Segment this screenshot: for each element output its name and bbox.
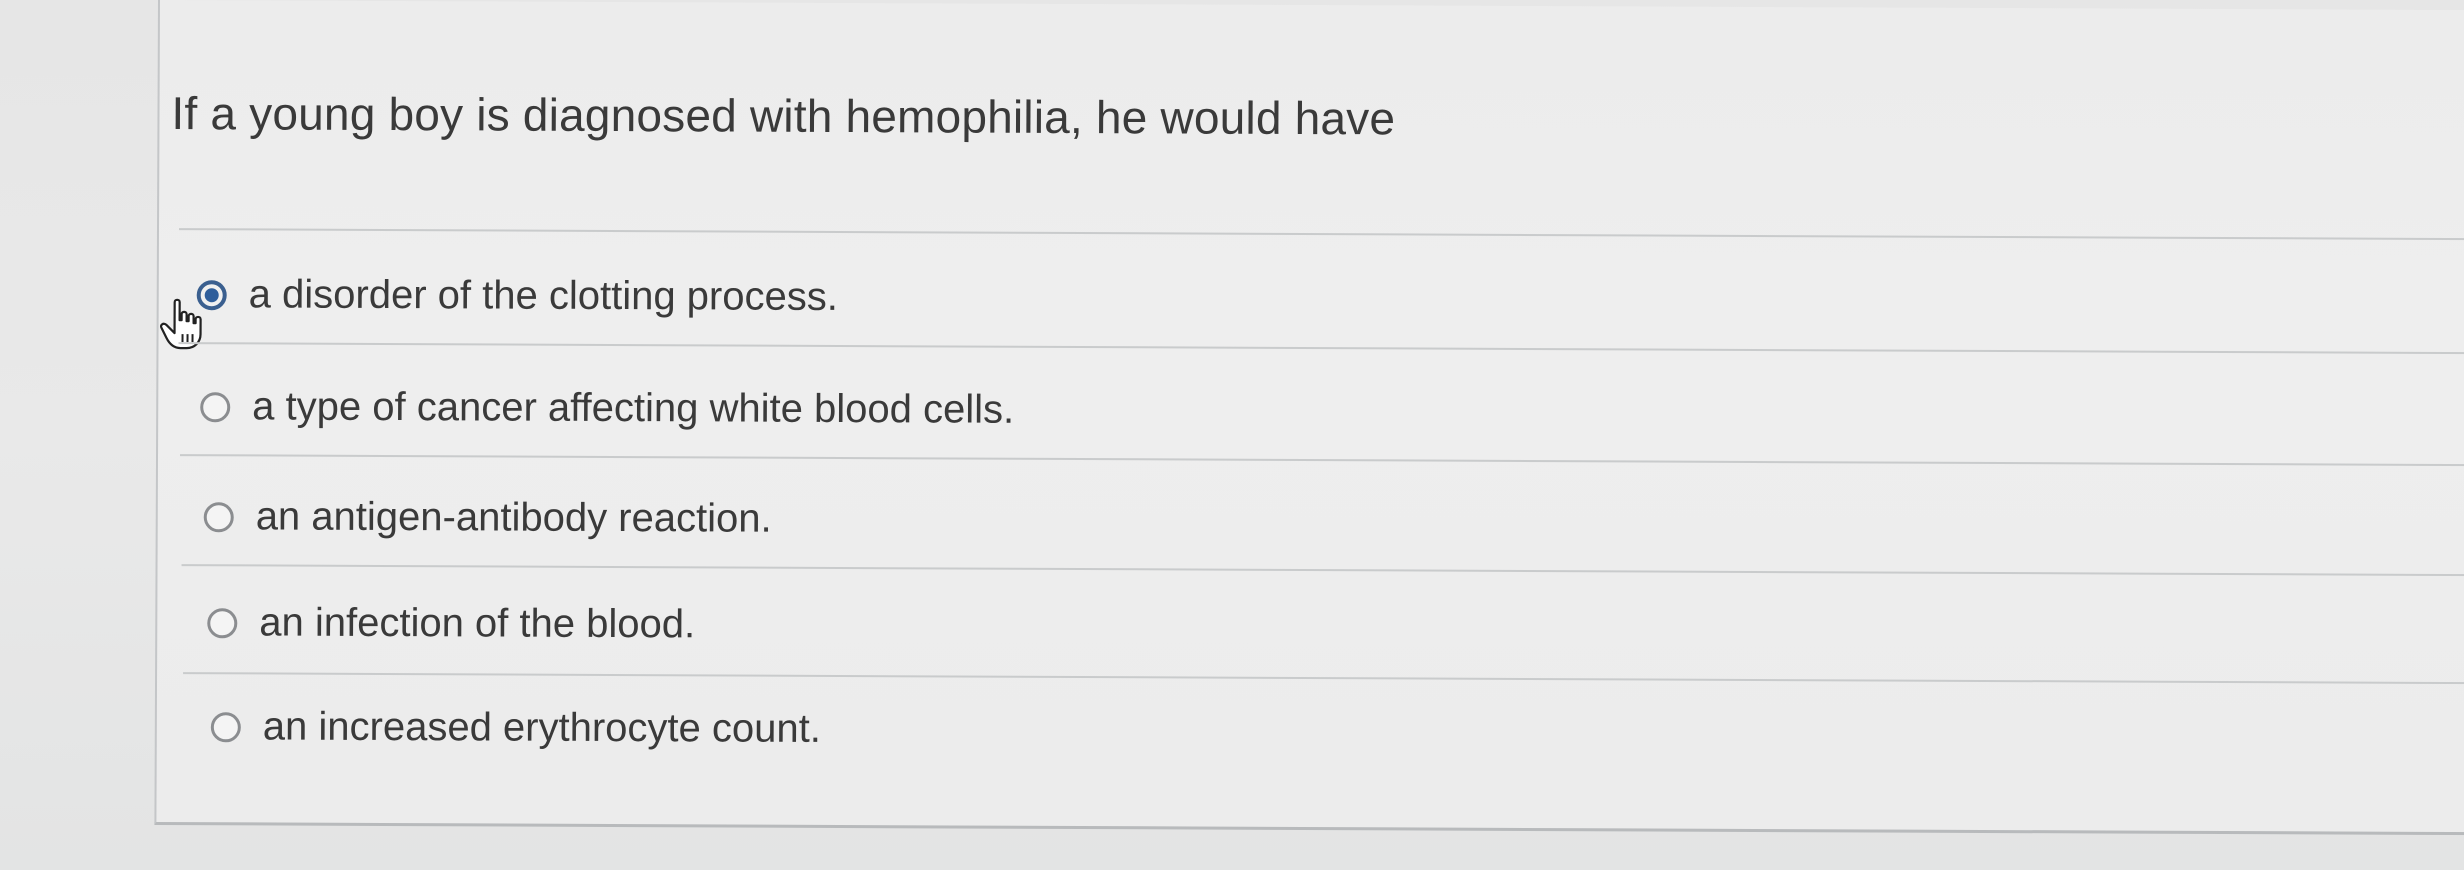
radio-button[interactable] [210,711,241,742]
option-label[interactable]: an antigen-antibody reaction. [256,494,772,541]
divider [183,672,2464,685]
option-label[interactable]: a disorder of the clotting process. [249,272,838,320]
answer-option-3[interactable]: an antigen-antibody reaction. [203,494,772,541]
question-text: If a young boy is diagnosed with hemophi… [171,87,1396,145]
radio-button[interactable] [203,501,234,532]
option-label[interactable]: an infection of the blood. [259,600,695,647]
question-card: If a young boy is diagnosed with hemophi… [154,0,2464,836]
answer-option-1[interactable]: a disorder of the clotting process. [159,272,838,350]
divider [178,342,2464,355]
option-label[interactable]: an increased erythrocyte count. [263,704,821,751]
radio-button[interactable] [207,607,238,638]
answer-option-2[interactable]: a type of cancer affecting white blood c… [200,384,1014,433]
answer-option-4[interactable]: an infection of the blood. [207,600,695,647]
answer-option-5[interactable]: an increased erythrocyte count. [210,704,821,752]
radio-button[interactable] [200,391,231,422]
divider [181,564,2464,577]
divider [180,454,2464,467]
option-label[interactable]: a type of cancer affecting white blood c… [252,384,1014,432]
divider [178,228,2464,241]
